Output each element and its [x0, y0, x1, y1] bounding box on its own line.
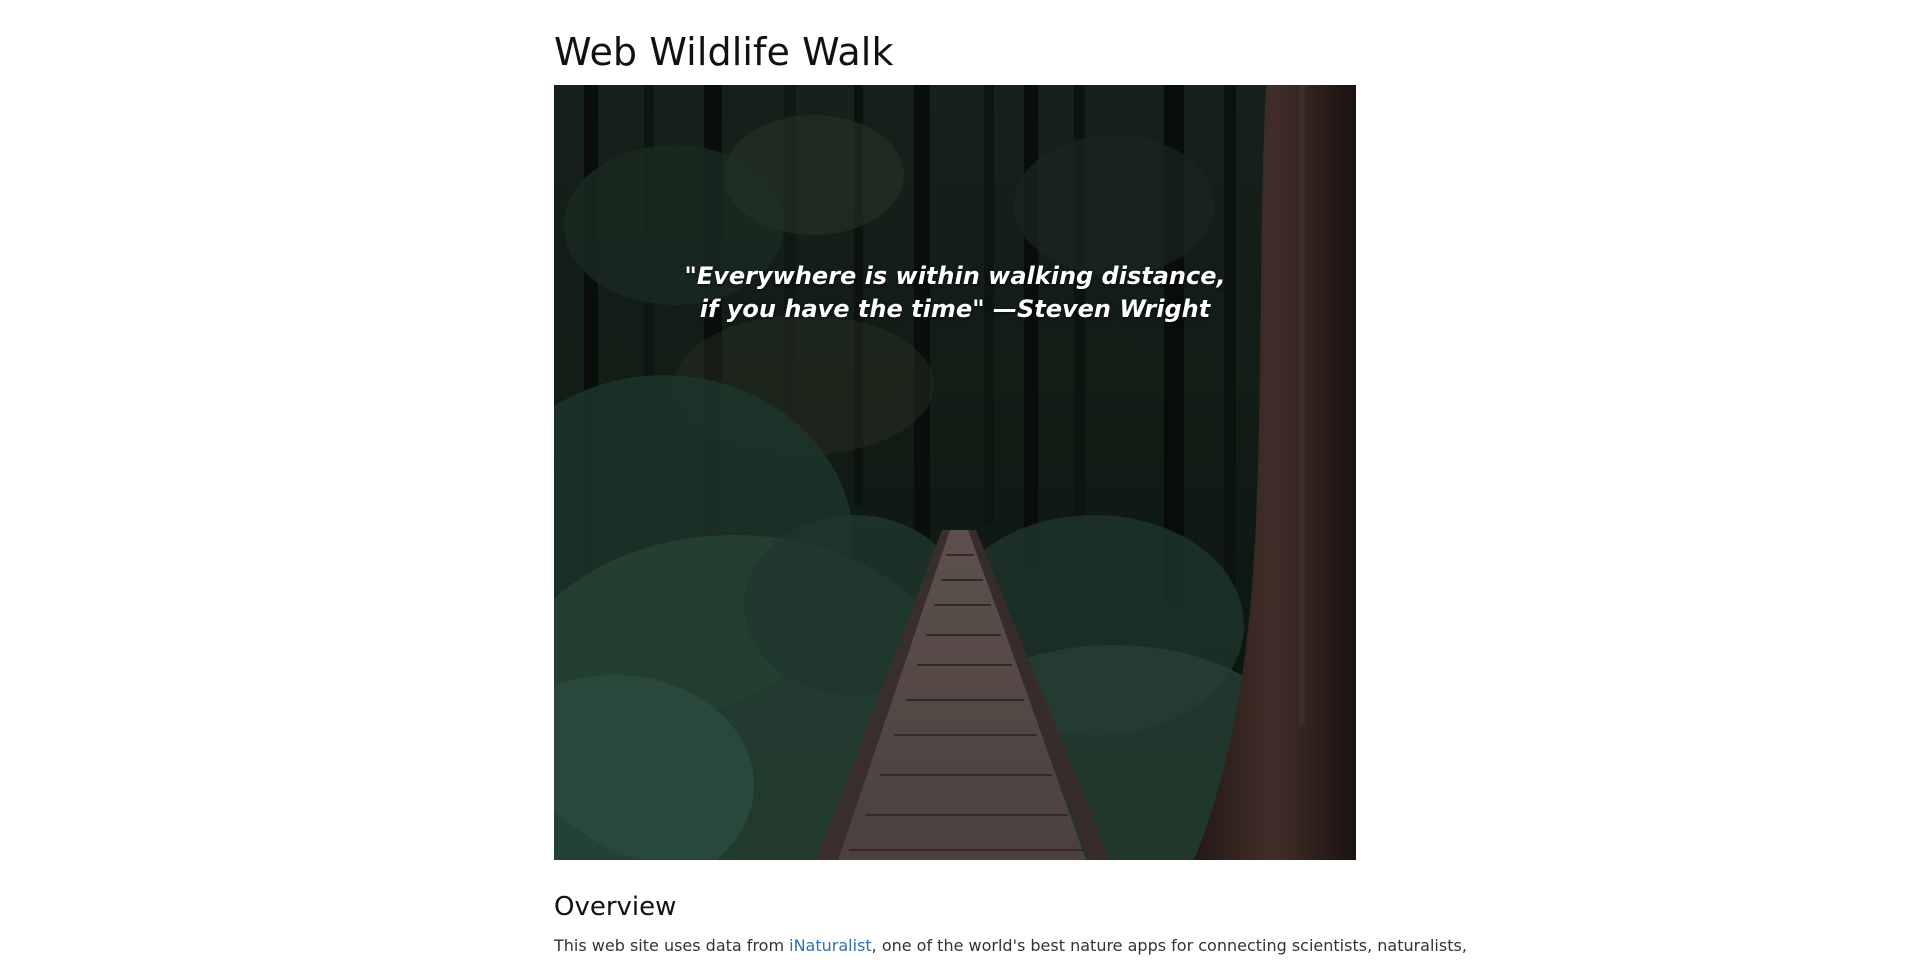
hero-quote: "Everywhere is within walking distance, … [554, 260, 1356, 326]
inaturalist-link[interactable]: iNaturalist [789, 936, 872, 955]
overview-text-start: This web site uses data from [554, 936, 790, 955]
main-content: Web Wildlife Walk "Everywhere is within … [554, 0, 1467, 955]
overview-heading: Overview [554, 892, 677, 922]
quote-line-1: "Everywhere is within walking distance, [684, 262, 1226, 290]
overview-section: Overview This web site uses data from iN… [554, 890, 1467, 958]
hero-image: "Everywhere is within walking distance, … [554, 85, 1356, 860]
forest-boardwalk-image [554, 85, 1356, 860]
overview-paragraph: This web site uses data from iNaturalist… [554, 934, 1467, 958]
page: Web Wildlife Walk "Everywhere is within … [0, 0, 1908, 965]
quote-line-2: if you have the time" —Steven Wright [699, 295, 1211, 323]
page-title: Web Wildlife Walk [554, 30, 894, 74]
overview-text-end: , one of the world's best nature apps fo… [871, 936, 1467, 955]
